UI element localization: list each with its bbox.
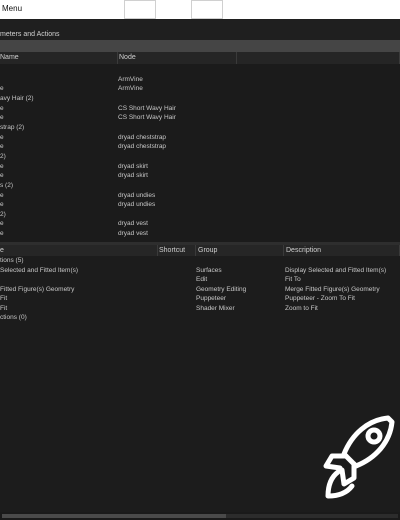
table-row[interactable]: Fit Shader Mixer Zoom to Fit bbox=[0, 305, 400, 313]
search-input[interactable] bbox=[0, 40, 400, 52]
table-row[interactable]: 2) bbox=[0, 211, 400, 219]
table-row[interactable]: Fitted Figure(s) Geometry Geometry Editin… bbox=[0, 286, 400, 294]
column-header-label: Name bbox=[0, 54, 19, 61]
table-row[interactable]: e dryad skirt bbox=[0, 163, 400, 171]
row-description: Fit To bbox=[285, 276, 301, 283]
row-name: e bbox=[0, 192, 4, 199]
column-header-shortcut[interactable]: Shortcut bbox=[158, 245, 196, 256]
row-group: Shader Mixer bbox=[196, 305, 235, 312]
table-row[interactable]: s (2) bbox=[0, 182, 400, 190]
table-row[interactable]: e CS Short Wavy Hair bbox=[0, 105, 400, 113]
column-header-empty[interactable] bbox=[237, 52, 400, 64]
row-name: Fit bbox=[0, 305, 8, 312]
row-name: ctions (0) bbox=[0, 314, 27, 321]
row-description: Puppeteer - Zoom To Fit bbox=[285, 295, 355, 302]
table-row[interactable]: e dryad vest bbox=[0, 220, 400, 228]
row-node: dryad vest bbox=[118, 220, 148, 227]
row-name: Fitted Figure(s) Geometry bbox=[0, 286, 75, 293]
table-row[interactable]: e dryad undies bbox=[0, 192, 400, 200]
row-name: e bbox=[0, 114, 4, 121]
row-node: dryad cheststrap bbox=[118, 134, 167, 141]
row-name: Selected and Fitted Item(s) bbox=[0, 267, 79, 274]
column-header-label: Group bbox=[198, 247, 218, 254]
row-description: Display Selected and Fitted Item(s) bbox=[285, 267, 387, 274]
window-titlebar: Menu bbox=[0, 0, 400, 19]
search-label: meters and Actions bbox=[0, 31, 60, 38]
horizontal-scrollbar[interactable] bbox=[0, 512, 400, 520]
parameters-table: Name Node ArmVine e ArmVine avy Hair (2) … bbox=[0, 52, 400, 242]
table-row[interactable]: strap (2) bbox=[0, 124, 400, 132]
column-header-name[interactable]: e bbox=[0, 245, 158, 256]
row-node: dryad skirt bbox=[118, 163, 148, 170]
row-name: tions (5) bbox=[0, 257, 24, 264]
table-row[interactable]: 2) bbox=[0, 153, 400, 161]
column-header-group[interactable]: Group bbox=[196, 245, 284, 256]
row-name: e bbox=[0, 220, 4, 227]
row-name: Fit bbox=[0, 295, 8, 302]
table-row[interactable]: e dryad cheststrap bbox=[0, 134, 400, 142]
table-row[interactable]: ArmVine bbox=[0, 76, 400, 84]
row-node: ArmVine bbox=[118, 76, 143, 83]
row-node: dryad vest bbox=[118, 230, 148, 237]
table-row[interactable]: Edit Fit To bbox=[0, 276, 400, 284]
row-name: e bbox=[0, 85, 4, 92]
column-header-label: Shortcut bbox=[159, 247, 186, 254]
row-name: avy Hair (2) bbox=[0, 95, 34, 102]
row-name: e bbox=[0, 134, 4, 141]
titlebar-field[interactable] bbox=[124, 0, 156, 19]
table-row[interactable]: e dryad undies bbox=[0, 201, 400, 209]
window-title: Menu bbox=[2, 4, 23, 13]
row-group: Surfaces bbox=[196, 267, 222, 274]
table-row[interactable]: e ArmVine bbox=[0, 85, 400, 93]
rocket-icon bbox=[322, 412, 398, 508]
row-group: Edit bbox=[196, 276, 208, 283]
row-name: e bbox=[0, 172, 4, 179]
table-row[interactable]: ctions (0) bbox=[0, 314, 400, 322]
row-name: 2) bbox=[0, 153, 6, 160]
table-row[interactable]: e dryad cheststrap bbox=[0, 143, 400, 151]
row-description: Zoom to Fit bbox=[285, 305, 318, 312]
row-name: 2) bbox=[0, 211, 6, 218]
row-name: strap (2) bbox=[0, 124, 25, 131]
row-name: e bbox=[0, 201, 4, 208]
table-row[interactable]: Selected and Fitted Item(s) Surfaces Displ… bbox=[0, 267, 400, 275]
column-header-name[interactable]: Name bbox=[0, 52, 118, 64]
row-node: CS Short Wavy Hair bbox=[118, 114, 176, 121]
row-node: dryad undies bbox=[118, 192, 156, 199]
column-header-node[interactable]: Node bbox=[118, 52, 237, 64]
row-node: dryad skirt bbox=[118, 172, 148, 179]
row-node: dryad cheststrap bbox=[118, 143, 167, 150]
table-row[interactable]: avy Hair (2) bbox=[0, 95, 400, 103]
table-row[interactable]: tions (5) bbox=[0, 257, 400, 265]
row-name: e bbox=[0, 230, 4, 237]
row-node: CS Short Wavy Hair bbox=[118, 105, 176, 112]
row-node: ArmVine bbox=[118, 85, 143, 92]
titlebar-field[interactable] bbox=[191, 0, 223, 19]
table-row[interactable]: e dryad skirt bbox=[0, 172, 400, 180]
row-group: Geometry Editing bbox=[196, 286, 247, 293]
row-name: e bbox=[0, 143, 4, 150]
row-group: Puppeteer bbox=[196, 295, 226, 302]
row-name: e bbox=[0, 163, 4, 170]
row-name: s (2) bbox=[0, 182, 13, 189]
column-header-label: Node bbox=[119, 54, 136, 61]
row-description: Merge Fitted Figure(s) Geometry bbox=[285, 286, 380, 293]
row-node: dryad undies bbox=[118, 201, 156, 208]
table-row[interactable]: e CS Short Wavy Hair bbox=[0, 114, 400, 122]
column-header-label: Description bbox=[286, 247, 322, 254]
table-row[interactable]: Fit Puppeteer Puppeteer - Zoom To Fit bbox=[0, 295, 400, 303]
table-row[interactable]: e dryad vest bbox=[0, 230, 400, 238]
scrollbar-thumb[interactable] bbox=[2, 514, 226, 518]
column-header-description[interactable]: Description bbox=[284, 245, 400, 256]
row-name: e bbox=[0, 105, 4, 112]
column-header-label: e bbox=[0, 247, 4, 254]
